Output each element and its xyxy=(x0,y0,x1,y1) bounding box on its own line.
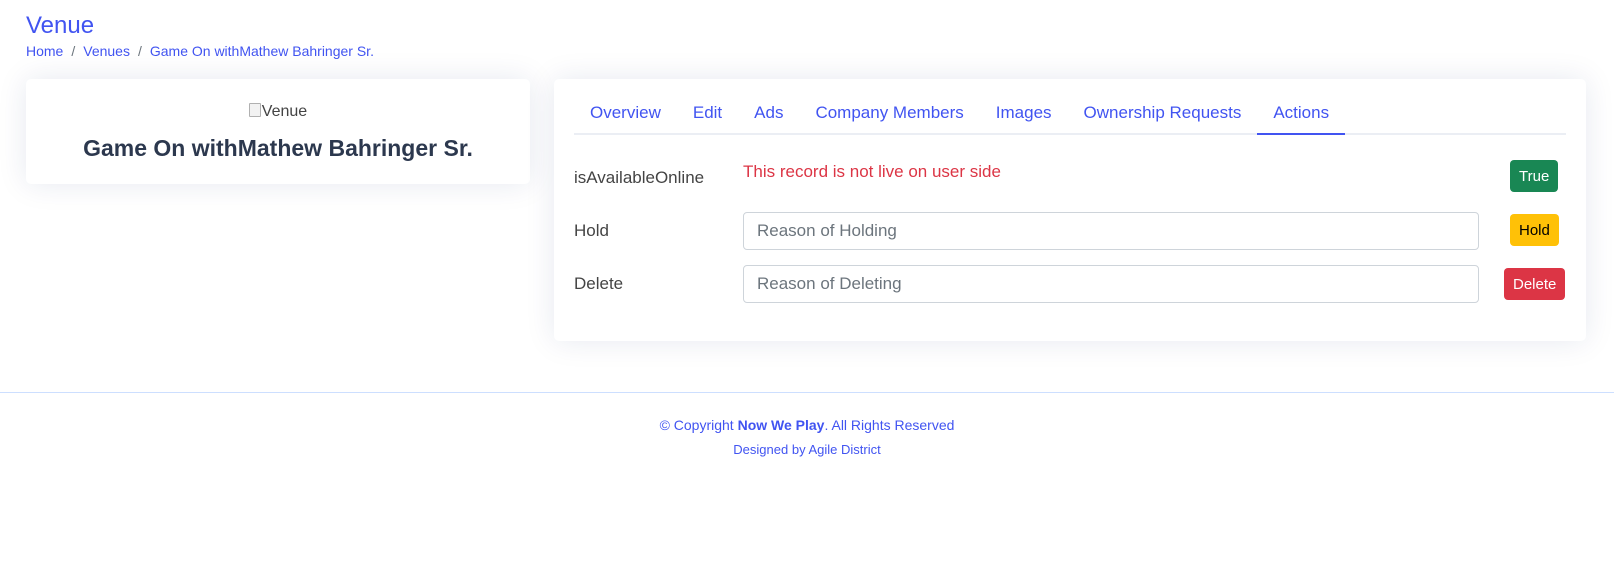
tab-company-members[interactable]: Company Members xyxy=(799,95,979,135)
credits-link[interactable]: Designed by Agile District xyxy=(0,442,1614,457)
brand-name: Now We Play xyxy=(737,417,825,433)
live-status-text: This record is not live on user side xyxy=(743,162,1001,181)
delete-label: Delete xyxy=(574,274,624,293)
tab-images[interactable]: Images xyxy=(980,95,1068,135)
venue-detail-card: Overview Edit Ads Company Members Images… xyxy=(554,79,1586,341)
page-title: Venue xyxy=(26,12,95,39)
venue-profile-card: Venue Game On withMathew Bahringer Sr. xyxy=(26,79,530,184)
hold-label: Hold xyxy=(574,221,609,240)
tab-bar: Overview Edit Ads Company Members Images… xyxy=(574,95,1566,135)
tab-ads[interactable]: Ads xyxy=(738,95,799,135)
copyright-prefix: © Copyright xyxy=(659,417,738,433)
delete-reason-input[interactable] xyxy=(743,265,1479,303)
breadcrumb-current: Game On withMathew Bahringer Sr. xyxy=(149,43,374,59)
footer: © Copyright Now We Play. All Rights Rese… xyxy=(0,392,1614,562)
broken-image-icon xyxy=(248,103,261,117)
copyright-suffix: . All Rights Reserved xyxy=(824,417,955,433)
hold-reason-input[interactable] xyxy=(743,212,1479,250)
page-header: Venue Home / Venues / Game On withMathew… xyxy=(0,0,1614,70)
breadcrumb-venues-link[interactable]: Venues xyxy=(83,43,130,59)
available-true-button[interactable]: True xyxy=(1510,160,1559,192)
breadcrumb-home-link[interactable]: Home xyxy=(26,43,63,59)
copyright-text: © Copyright Now We Play. All Rights Rese… xyxy=(0,417,1614,433)
breadcrumb-separator: / xyxy=(71,43,76,59)
tab-actions[interactable]: Actions xyxy=(1257,95,1346,135)
breadcrumb: Home / Venues / Game On withMathew Bahri… xyxy=(26,43,374,59)
tab-overview[interactable]: Overview xyxy=(574,95,677,135)
venue-name: Game On withMathew Bahringer Sr. xyxy=(83,135,473,161)
venue-image: Venue xyxy=(26,103,530,121)
hold-button[interactable]: Hold xyxy=(1510,214,1559,246)
available-online-label: isAvailableOnline xyxy=(574,168,705,187)
tab-ownership-requests[interactable]: Ownership Requests xyxy=(1068,95,1258,135)
venue-image-alt: Venue xyxy=(261,103,308,120)
breadcrumb-separator: / xyxy=(137,43,142,59)
tab-edit[interactable]: Edit xyxy=(677,95,738,135)
delete-button[interactable]: Delete xyxy=(1504,268,1566,300)
